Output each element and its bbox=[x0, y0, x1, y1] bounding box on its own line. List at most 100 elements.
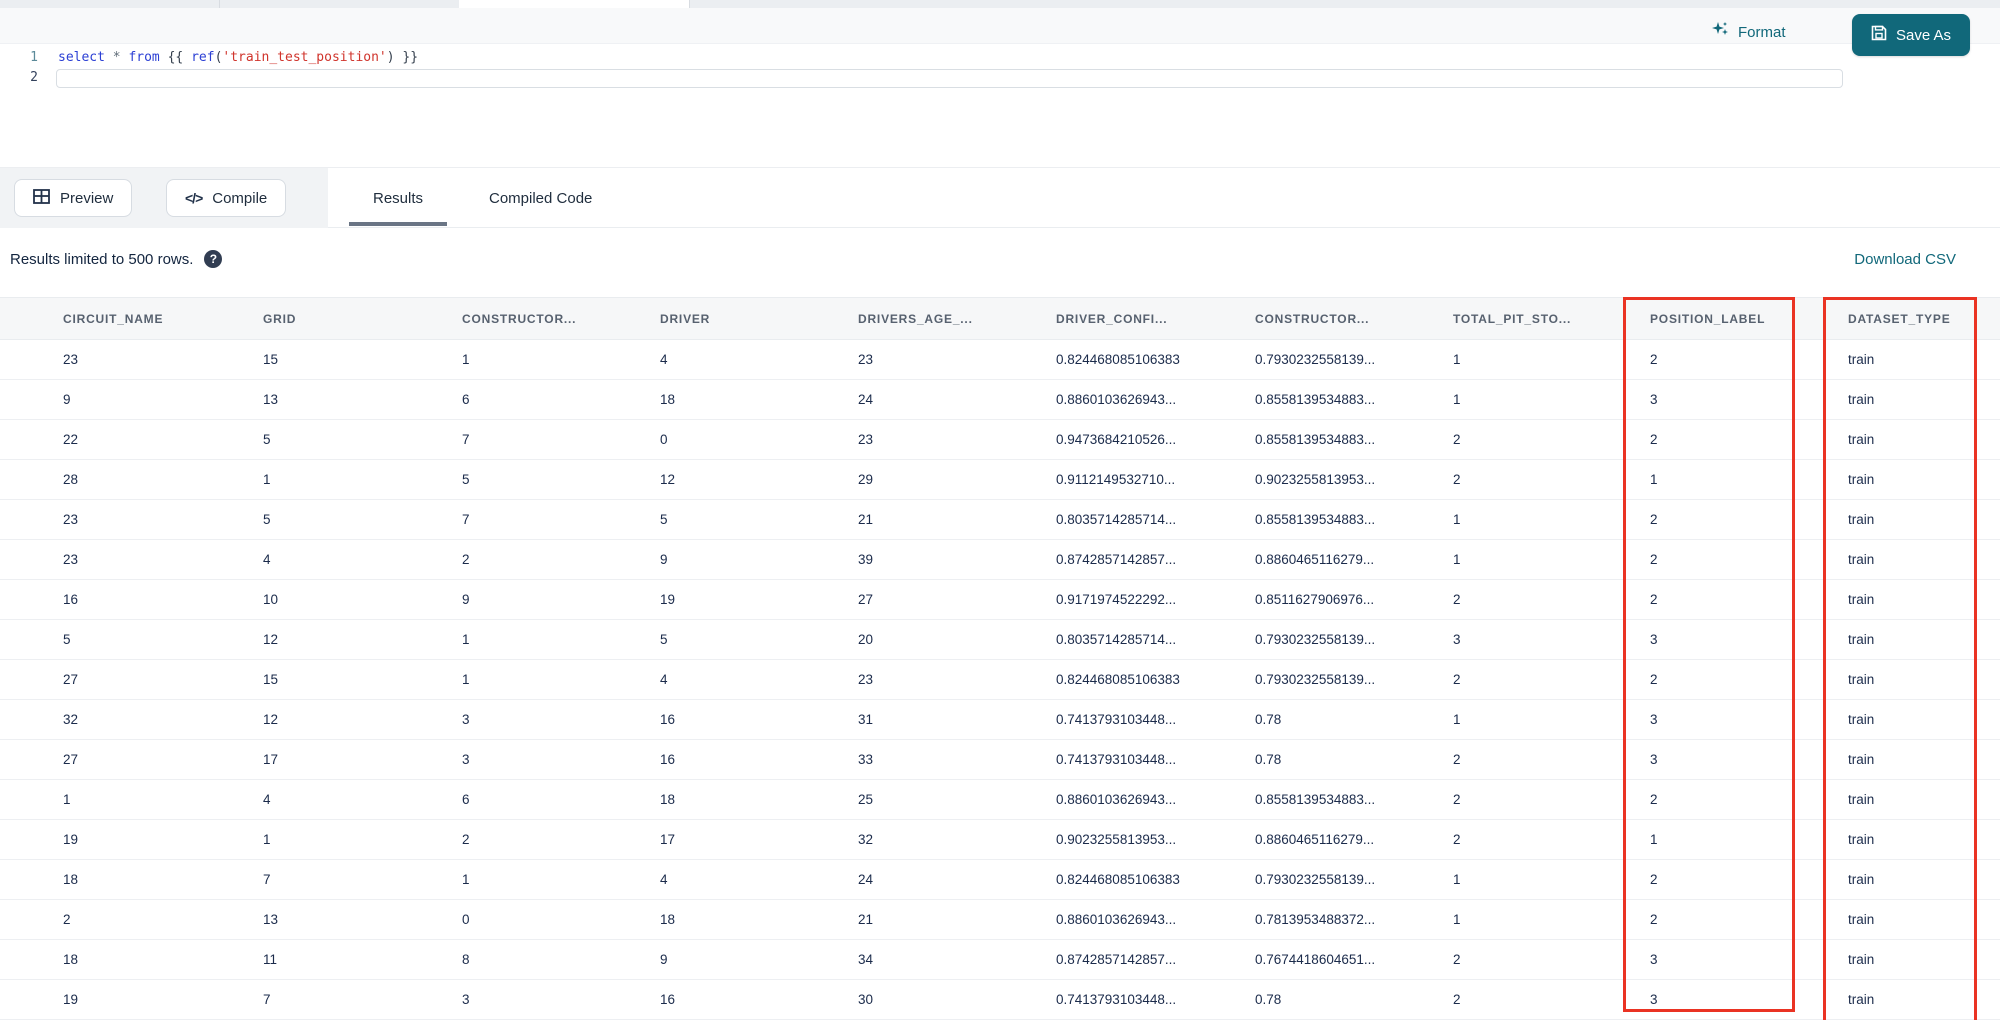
table-cell: 7 bbox=[263, 979, 462, 1020]
column-header: DRIVER bbox=[660, 297, 858, 340]
table-cell: 6 bbox=[462, 779, 660, 820]
table-cell: 0.9023255813953... bbox=[1056, 819, 1255, 860]
code-line-1[interactable]: select * from {{ ref('train_test_positio… bbox=[58, 50, 418, 65]
table-cell: 0.8860103626943... bbox=[1056, 779, 1255, 820]
table-row: 22 5 7 0 23 0.9473684210526... 0.8558139534883… bbox=[0, 419, 2000, 460]
table-cell: 5 bbox=[660, 499, 858, 540]
table-cell: 0.9473684210526... bbox=[1056, 419, 1255, 460]
table-cell: 33 bbox=[858, 739, 1056, 780]
table-cell: train bbox=[1848, 539, 2000, 580]
table-cell: 2 bbox=[1650, 779, 1848, 820]
save-as-button[interactable]: Save As bbox=[1852, 14, 1970, 56]
table-cell: 0.78 bbox=[1255, 739, 1453, 780]
table-row: 23 15 1 4 23 0.824468085106383 0.7930232558139… bbox=[0, 339, 2000, 380]
column-header: DRIVERS_AGE_... bbox=[858, 297, 1056, 340]
table-cell: 16 bbox=[660, 979, 858, 1020]
column-header: DRIVER_CONFI... bbox=[1056, 297, 1255, 340]
table-cell: 1 bbox=[1453, 539, 1650, 580]
table-cell: train bbox=[1848, 899, 2000, 940]
table-cell: 2 bbox=[1453, 419, 1650, 460]
table-cell: 0.8742857142857... bbox=[1056, 539, 1255, 580]
table-cell: 31 bbox=[858, 699, 1056, 740]
table-row: 23 4 2 9 39 0.8742857142857... 0.8860465116279… bbox=[0, 539, 2000, 580]
table-cell: 12 bbox=[263, 619, 462, 660]
table-cell: 17 bbox=[263, 739, 462, 780]
tab-compiled-code[interactable]: Compiled Code bbox=[489, 168, 592, 228]
table-cell: 16 bbox=[0, 579, 263, 620]
table-cell: train bbox=[1848, 459, 2000, 500]
table-cell: 2 bbox=[1650, 659, 1848, 700]
table-cell: train bbox=[1848, 659, 2000, 700]
table-row: 19 1 2 17 32 0.9023255813953... 0.886046511627… bbox=[0, 819, 2000, 860]
tab-divider bbox=[219, 0, 220, 8]
table-cell: 9 bbox=[462, 579, 660, 620]
active-file-tab[interactable] bbox=[459, 0, 689, 8]
table-cell: 23 bbox=[0, 499, 263, 540]
table-cell: 16 bbox=[660, 699, 858, 740]
column-header: CIRCUIT_NAME bbox=[0, 297, 263, 340]
compile-button[interactable]: </> Compile bbox=[166, 179, 287, 217]
table-cell: 0.7930232558139... bbox=[1255, 659, 1453, 700]
code-line-2-cursor-box[interactable] bbox=[56, 69, 1843, 88]
table-cell: 5 bbox=[0, 619, 263, 660]
format-button[interactable]: Format bbox=[1712, 22, 1786, 43]
table-cell: 3 bbox=[1650, 699, 1848, 740]
table-cell: 5 bbox=[263, 419, 462, 460]
table-cell: 23 bbox=[0, 539, 263, 580]
code-editor[interactable]: 1 2 select * from {{ ref('train_test_pos… bbox=[0, 44, 2000, 167]
table-cell: 2 bbox=[1650, 539, 1848, 580]
table-row: 19 7 3 16 30 0.7413793103448... 0.78 2 3 train bbox=[0, 979, 2000, 1020]
table-cell: 0.8860465116279... bbox=[1255, 819, 1453, 860]
results-limit-text: Results limited to 500 rows. bbox=[10, 250, 194, 268]
table-cell: 15 bbox=[263, 659, 462, 700]
table-cell: 24 bbox=[858, 859, 1056, 900]
help-icon[interactable]: ? bbox=[204, 250, 223, 268]
table-row: 1 4 6 18 25 0.8860103626943... 0.8558139534883… bbox=[0, 779, 2000, 820]
table-cell: 2 bbox=[0, 899, 263, 940]
table-cell: 0.824468085106383 bbox=[1056, 859, 1255, 900]
table-cell: 9 bbox=[660, 939, 858, 980]
table-cell: 0.8558139534883... bbox=[1255, 499, 1453, 540]
table-row: 23 5 7 5 21 0.8035714285714... 0.8558139534883… bbox=[0, 499, 2000, 540]
table-cell: 21 bbox=[858, 899, 1056, 940]
table-header-row: CIRCUIT_NAME GRID CONSTRUCTOR... DRIVER DRIV… bbox=[0, 297, 2000, 340]
editor-toolbar: Format Save As bbox=[0, 8, 2000, 56]
column-header: CONSTRUCTOR... bbox=[462, 297, 660, 340]
table-cell: 24 bbox=[858, 379, 1056, 420]
table-cell: 17 bbox=[660, 819, 858, 860]
table-cell: train bbox=[1848, 579, 2000, 620]
table-cell: train bbox=[1848, 739, 2000, 780]
table-row: 16 10 9 19 27 0.9171974522292... 0.85116279069… bbox=[0, 579, 2000, 620]
table-cell: 4 bbox=[660, 859, 858, 900]
table-cell: 0.8860465116279... bbox=[1255, 539, 1453, 580]
table-cell: 0 bbox=[462, 899, 660, 940]
table-cell: 5 bbox=[462, 459, 660, 500]
table-cell: train bbox=[1848, 819, 2000, 860]
table-cell: 20 bbox=[858, 619, 1056, 660]
table-cell: 23 bbox=[858, 339, 1056, 380]
table-cell: 4 bbox=[263, 779, 462, 820]
download-csv-link[interactable]: Download CSV bbox=[1854, 228, 1956, 290]
table-cell: 2 bbox=[1453, 819, 1650, 860]
table-cell: 0.7813953488372... bbox=[1255, 899, 1453, 940]
table-cell: 2 bbox=[1453, 659, 1650, 700]
table-cell: 2 bbox=[462, 819, 660, 860]
line-number-2: 2 bbox=[30, 70, 38, 85]
table-cell: 2 bbox=[1453, 459, 1650, 500]
file-tab-strip[interactable] bbox=[0, 0, 2000, 8]
tab-results[interactable]: Results bbox=[349, 168, 447, 228]
table-cell: 11 bbox=[263, 939, 462, 980]
table-cell: 0.7413793103448... bbox=[1056, 739, 1255, 780]
table-cell: 1 bbox=[1453, 339, 1650, 380]
table-cell: 32 bbox=[0, 699, 263, 740]
table-cell: train bbox=[1848, 619, 2000, 660]
table-cell: 39 bbox=[858, 539, 1056, 580]
table-cell: 2 bbox=[1453, 979, 1650, 1020]
preview-button[interactable]: Preview bbox=[14, 179, 133, 217]
table-cell: train bbox=[1848, 379, 2000, 420]
table-icon bbox=[33, 188, 50, 208]
table-row: 18 7 1 4 24 0.824468085106383 0.7930232558139.… bbox=[0, 859, 2000, 900]
table-cell: 1 bbox=[1453, 859, 1650, 900]
table-cell: 0.78 bbox=[1255, 699, 1453, 740]
table-cell: 0.7930232558139... bbox=[1255, 859, 1453, 900]
